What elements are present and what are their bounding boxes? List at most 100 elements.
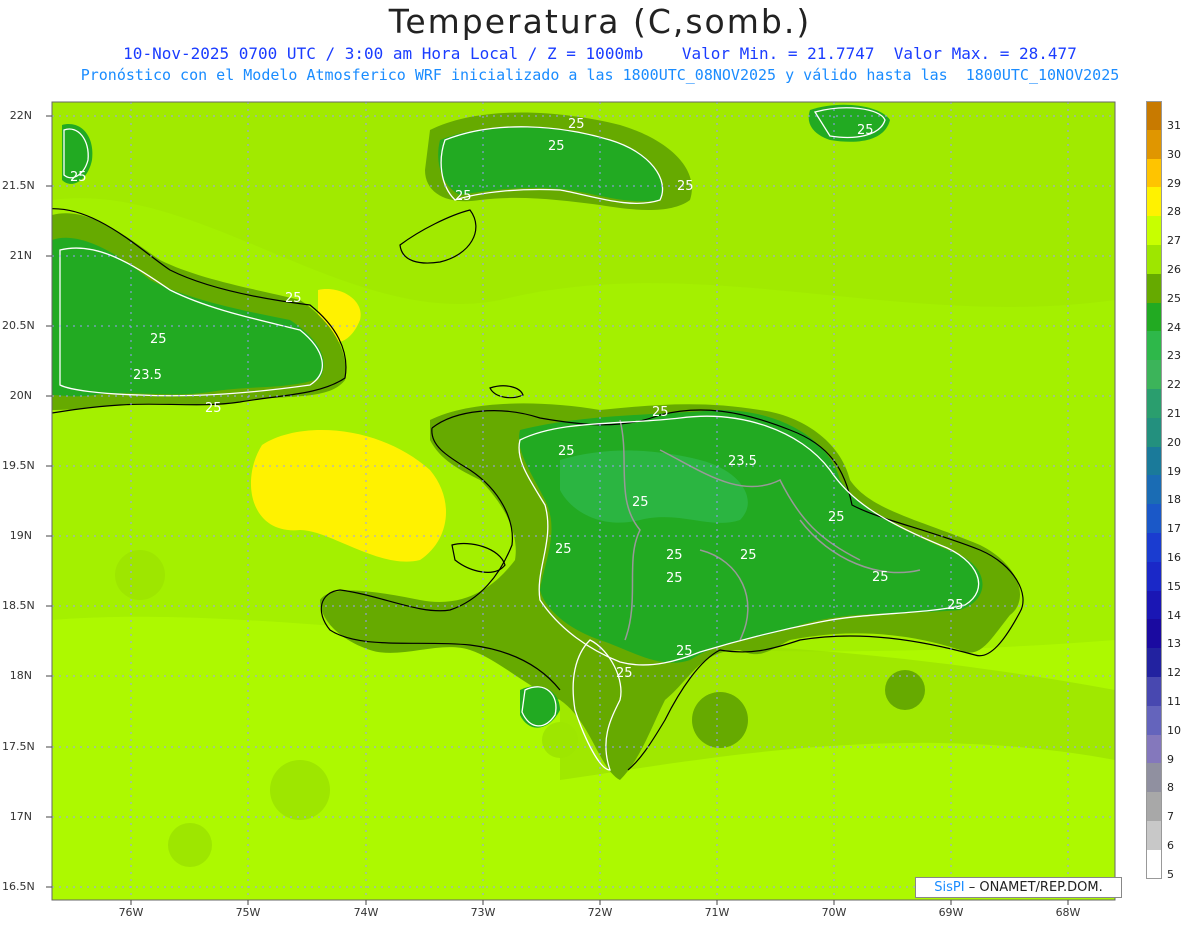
contour-label: 25 xyxy=(150,332,167,347)
lon-label: 70W xyxy=(821,906,847,919)
colorbar-swatch xyxy=(1146,590,1162,620)
lon-label: 72W xyxy=(587,906,613,919)
lat-label: 17N xyxy=(9,810,32,823)
colorbar-label: 28 xyxy=(1167,205,1181,219)
contour-label: 23.5 xyxy=(133,368,162,383)
colorbar-label: 14 xyxy=(1167,608,1181,622)
colorbar-swatch xyxy=(1146,705,1162,736)
colorbar-swatch xyxy=(1146,648,1162,678)
contour-label: 25 xyxy=(632,495,649,510)
colorbar-label: 25 xyxy=(1167,291,1181,305)
colorbar-swatch xyxy=(1146,619,1162,649)
credit-box: SisPI – ONAMET/REP.DOM. xyxy=(915,877,1122,898)
colorbar-label: 20 xyxy=(1167,435,1181,449)
colorbar-label: 30 xyxy=(1167,147,1181,161)
lat-label: 19N xyxy=(9,529,32,542)
colorbar-label: 29 xyxy=(1167,176,1181,190)
lat-label: 16.5N xyxy=(2,880,35,893)
map-title: Temperatura (C,somb.) xyxy=(388,2,812,41)
contour-label: 25 xyxy=(652,405,669,420)
lon-label: 68W xyxy=(1055,906,1081,919)
contour-label: 25 xyxy=(455,189,472,204)
colorbar-swatch xyxy=(1146,533,1162,563)
contour-label: 25 xyxy=(666,548,683,563)
colorbar-swatch xyxy=(1146,187,1162,217)
colorbar-label: 31 xyxy=(1167,119,1181,132)
colorbar-label: 27 xyxy=(1167,234,1181,248)
colorbar-label: 11 xyxy=(1167,695,1181,708)
contour-label: 25 xyxy=(70,170,87,185)
colorbar-label: 8 xyxy=(1167,781,1174,795)
colorbar-swatch xyxy=(1146,302,1162,332)
colorbar-label: 12 xyxy=(1167,666,1181,680)
colorbar-swatch xyxy=(1146,273,1162,304)
map-subtitle-valid-time: 10-Nov-2025 0700 UTC / 3:00 am Hora Loca… xyxy=(123,44,1077,63)
colorbar-swatch xyxy=(1146,331,1162,361)
colorbar-label: 10 xyxy=(1167,723,1181,737)
colorbar-label: 16 xyxy=(1167,551,1181,564)
colorbar-label: 15 xyxy=(1167,579,1181,593)
colorbar-swatch xyxy=(1146,129,1162,160)
lon-label: 74W xyxy=(353,906,379,919)
contour-label: 25 xyxy=(285,291,302,306)
colorbar-swatch xyxy=(1146,561,1162,592)
lon-label: 73W xyxy=(470,906,496,919)
lat-label: 17.5N xyxy=(2,740,35,753)
lat-label: 18.5N xyxy=(2,599,35,612)
contour-label: 25 xyxy=(740,548,757,563)
lon-label: 71W xyxy=(704,906,730,919)
colorbar-label: 24 xyxy=(1167,320,1181,334)
lon-label: 76W xyxy=(118,906,144,919)
colorbar-label: 22 xyxy=(1167,378,1181,392)
colorbar-label: 23 xyxy=(1167,349,1181,363)
colorbar-label: 13 xyxy=(1167,637,1181,651)
colorbar-swatch xyxy=(1146,792,1162,822)
contour-label: 25 xyxy=(616,666,633,681)
colorbar-swatch xyxy=(1146,446,1162,476)
contour-label: 25 xyxy=(677,179,694,194)
lat-label: 21N xyxy=(9,249,32,262)
colorbar-swatch xyxy=(1146,389,1162,419)
colorbar-label: 21 xyxy=(1167,407,1181,420)
contour-label: 25 xyxy=(555,542,572,557)
colorbar-label: 6 xyxy=(1167,839,1174,852)
colorbar-label: 5 xyxy=(1167,867,1174,881)
colorbar-swatch xyxy=(1146,504,1162,534)
colorbar-swatch xyxy=(1146,245,1162,275)
lat-label: 18N xyxy=(9,669,32,682)
lat-label: 22N xyxy=(9,109,32,122)
colorbar-label: 17 xyxy=(1167,522,1181,536)
contour-label: 25 xyxy=(568,117,585,132)
colorbar-label: 26 xyxy=(1167,263,1181,276)
contour-label: 25 xyxy=(676,644,693,659)
colorbar-label: 18 xyxy=(1167,493,1181,507)
colorbar-label: 9 xyxy=(1167,752,1174,766)
colorbar-label: 7 xyxy=(1167,810,1174,824)
contour-label: 23.5 xyxy=(728,454,757,469)
contour-label: 25 xyxy=(828,510,845,525)
colorbar-swatch xyxy=(1146,216,1162,246)
colorbar-swatch xyxy=(1146,475,1162,505)
lat-label: 20N xyxy=(9,389,32,402)
credit-text: – ONAMET/REP.DOM. xyxy=(968,880,1103,895)
lat-label: 20.5N xyxy=(2,319,35,332)
contour-label: 25 xyxy=(205,401,222,416)
colorbar-swatch xyxy=(1146,158,1162,188)
contour-label: 25 xyxy=(872,570,889,585)
contour-label: 25 xyxy=(857,123,874,138)
contour-label: 25 xyxy=(548,139,565,154)
colorbar-swatch xyxy=(1146,101,1162,131)
temperature-map: 25 25 25 25 25 25 25 25 23.5 25 25 25 23… xyxy=(46,101,1116,905)
colorbar-swatch xyxy=(1146,417,1162,448)
contour-label: 25 xyxy=(558,444,575,459)
colorbar-swatch xyxy=(1146,763,1162,793)
colorbar-swatch xyxy=(1146,849,1162,880)
contour-label: 25 xyxy=(947,598,964,613)
colorbar-label: 19 xyxy=(1167,464,1181,478)
lat-label: 19.5N xyxy=(2,459,35,472)
colorbar-swatch xyxy=(1146,677,1162,707)
lon-label: 69W xyxy=(938,906,964,919)
colorbar-swatch xyxy=(1146,360,1162,390)
sispi-logo: SisPI xyxy=(934,880,965,895)
lat-label: 21.5N xyxy=(2,179,35,192)
